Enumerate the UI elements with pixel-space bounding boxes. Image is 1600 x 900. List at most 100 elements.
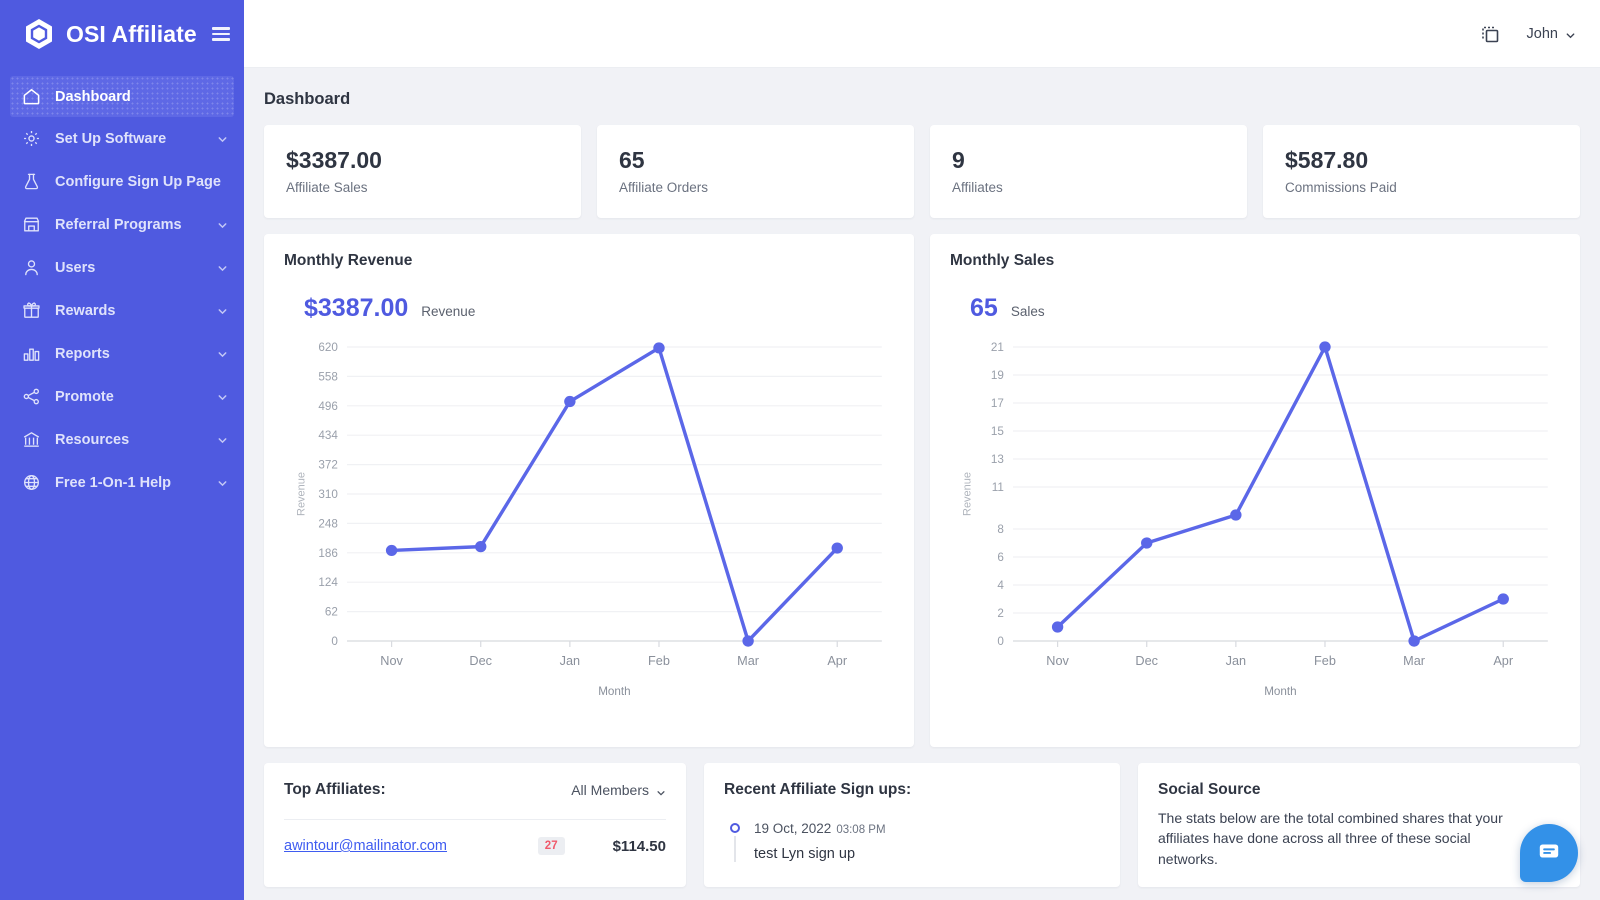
stat-label: Commissions Paid: [1285, 180, 1558, 195]
svg-text:Nov: Nov: [380, 654, 403, 668]
monthly-revenue-plot: 062124186248310372434496558620NovDecJanF…: [284, 333, 894, 703]
sidebar: OSI Affiliate Dashboard Set Up Software: [0, 0, 244, 900]
svg-text:Revenue: Revenue: [961, 472, 973, 516]
chevron-down-icon: [217, 434, 228, 445]
duplicate-icon[interactable]: [1479, 23, 1501, 45]
affiliate-amount: $114.50: [613, 838, 666, 855]
svg-text:496: 496: [318, 401, 337, 413]
svg-text:2: 2: [997, 608, 1004, 620]
svg-text:124: 124: [318, 577, 338, 589]
members-filter-select[interactable]: All Members: [571, 782, 666, 798]
svg-text:620: 620: [318, 342, 337, 354]
svg-text:0: 0: [331, 636, 338, 648]
svg-text:15: 15: [991, 426, 1004, 438]
sidebar-item-dashboard[interactable]: Dashboard: [10, 76, 234, 117]
brand[interactable]: OSI Affiliate: [0, 0, 244, 68]
affiliate-email-link[interactable]: awintour@mailinator.com: [284, 838, 538, 854]
svg-text:310: 310: [318, 489, 337, 501]
sidebar-item-label: Set Up Software: [55, 131, 203, 147]
chart-cards: Monthly Revenue $3387.00 Revenue 0621241…: [264, 234, 1580, 747]
svg-text:Jan: Jan: [1226, 654, 1246, 668]
chart-kpi: 65 Sales: [970, 294, 1560, 323]
hamburger-menu-icon[interactable]: [212, 27, 230, 41]
gift-icon: [22, 301, 41, 320]
svg-text:Dec: Dec: [469, 654, 492, 668]
chat-bubble-icon: [1536, 838, 1562, 869]
chevron-down-icon: [217, 477, 228, 488]
chart-title: Monthly Sales: [950, 252, 1560, 270]
stat-value: $3387.00: [286, 147, 559, 173]
svg-text:Revenue: Revenue: [295, 472, 307, 516]
sidebar-item-configure-sign-up-page[interactable]: Configure Sign Up Page: [0, 160, 244, 203]
sidebar-item-free-1-on-1-help[interactable]: Free 1-On-1 Help: [0, 461, 244, 504]
chart-kpi-label: Revenue: [421, 304, 475, 319]
signup-time: 03:08 PM: [836, 824, 885, 836]
stat-card-commissions-paid: $587.80 Commissions Paid: [1263, 125, 1580, 218]
stat-value: 9: [952, 147, 1225, 173]
sidebar-item-label: Configure Sign Up Page: [55, 174, 228, 190]
chart-kpi: $3387.00 Revenue: [304, 294, 894, 323]
chevron-down-icon: [217, 133, 228, 144]
main-area: John Dashboard $3387.00 Affiliate Sales …: [244, 0, 1600, 900]
stat-cards: $3387.00 Affiliate Sales 65 Affiliate Or…: [264, 125, 1580, 218]
stat-value: $587.80: [1285, 147, 1558, 173]
top-bar: John: [244, 0, 1600, 68]
stat-card-affiliate-sales: $3387.00 Affiliate Sales: [264, 125, 581, 218]
sidebar-item-promote[interactable]: Promote: [0, 375, 244, 418]
panel-title: Recent Affiliate Sign ups:: [724, 781, 1100, 799]
sidebar-item-label: Users: [55, 260, 203, 276]
panel-title: Social Source: [1158, 781, 1560, 799]
chevron-down-icon: [656, 785, 666, 795]
sidebar-item-label: Referral Programs: [55, 217, 203, 233]
monthly-sales-plot: 02468111315171921NovDecJanFebMarAprMonth…: [950, 333, 1560, 703]
sidebar-item-reports[interactable]: Reports: [0, 332, 244, 375]
chevron-down-icon: [1565, 28, 1576, 39]
svg-text:19: 19: [991, 370, 1004, 382]
user-menu[interactable]: John: [1527, 26, 1576, 42]
svg-text:Feb: Feb: [1314, 654, 1336, 668]
list-item: 19 Oct, 202203:08 PM test Lyn sign up: [724, 820, 1100, 862]
svg-text:Feb: Feb: [648, 654, 670, 668]
chevron-down-icon: [217, 348, 228, 359]
sidebar-item-label: Reports: [55, 346, 203, 362]
stat-card-affiliates: 9 Affiliates: [930, 125, 1247, 218]
signup-date: 19 Oct, 2022: [754, 821, 831, 836]
bar-chart-icon: [22, 344, 41, 363]
members-filter-label: All Members: [571, 782, 649, 798]
svg-text:4: 4: [997, 580, 1004, 592]
chevron-down-icon: [217, 219, 228, 230]
sidebar-item-rewards[interactable]: Rewards: [0, 289, 244, 332]
social-source-panel: Social Source The stats below are the to…: [1138, 763, 1580, 887]
brand-name: OSI Affiliate: [66, 21, 202, 48]
svg-text:248: 248: [318, 518, 337, 530]
sidebar-item-referral-programs[interactable]: Referral Programs: [0, 203, 244, 246]
chat-widget-button[interactable]: [1520, 824, 1578, 882]
sidebar-item-label: Resources: [55, 432, 203, 448]
sidebar-item-set-up-software[interactable]: Set Up Software: [0, 117, 244, 160]
svg-text:13: 13: [991, 454, 1004, 466]
stat-label: Affiliate Orders: [619, 180, 892, 195]
stat-value: 65: [619, 147, 892, 173]
svg-text:434: 434: [318, 430, 338, 442]
signup-body: 19 Oct, 202203:08 PM test Lyn sign up: [746, 820, 1100, 862]
sidebar-item-users[interactable]: Users: [0, 246, 244, 289]
timeline-marker: [724, 820, 746, 862]
gear-icon: [22, 129, 41, 148]
sidebar-item-label: Rewards: [55, 303, 203, 319]
sidebar-nav: Dashboard Set Up Software Configure Sign…: [0, 68, 244, 504]
svg-text:0: 0: [997, 636, 1004, 648]
chart-kpi-label: Sales: [1011, 304, 1045, 319]
share-icon: [22, 387, 41, 406]
monthly-sales-card: Monthly Sales 65 Sales 02468111315171921…: [930, 234, 1580, 747]
page-content: Dashboard $3387.00 Affiliate Sales 65 Af…: [244, 68, 1600, 900]
sidebar-item-resources[interactable]: Resources: [0, 418, 244, 461]
svg-text:Mar: Mar: [737, 654, 759, 668]
svg-text:62: 62: [325, 607, 338, 619]
hexagon-logo-icon: [22, 17, 56, 51]
panel-header: Top Affiliates: All Members: [284, 781, 666, 799]
top-affiliates-panel: Top Affiliates: All Members awintour@mai…: [264, 763, 686, 887]
svg-text:Apr: Apr: [827, 654, 847, 668]
sidebar-item-label: Promote: [55, 389, 203, 405]
sidebar-item-label: Free 1-On-1 Help: [55, 475, 203, 491]
globe-icon: [22, 473, 41, 492]
